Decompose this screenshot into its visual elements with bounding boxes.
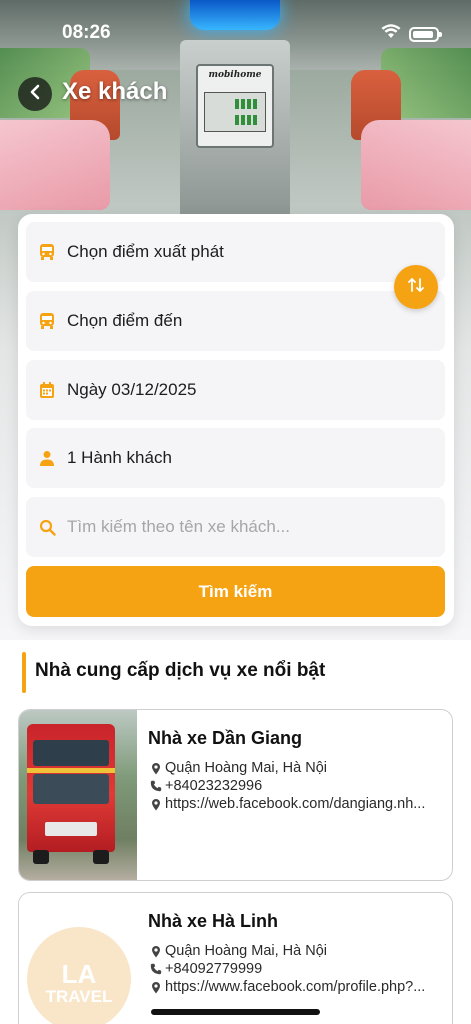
provider-thumbnail: LA TRAVEL [19, 893, 137, 1024]
origin-field[interactable]: Chọn điểm xuất phát [26, 222, 445, 282]
swap-button[interactable] [394, 265, 438, 309]
bus-search-placeholder: Tìm kiếm theo tên xe khách... [67, 517, 290, 536]
search-button[interactable]: Tìm kiếm [26, 566, 445, 617]
provider-logo-line1: LA [61, 959, 97, 989]
hero-control-panel: mobihome [196, 64, 274, 148]
provider-name: Nhà xe Hà Linh [148, 911, 279, 931]
hero-ceiling-light [190, 0, 280, 30]
destination-label: Chọn điểm đến [67, 311, 183, 330]
bus-icon [38, 312, 56, 330]
search-icon [38, 518, 56, 536]
destination-field[interactable]: Chọn điểm đến [26, 291, 445, 351]
provider-phone[interactable]: +84092779999 [150, 961, 446, 977]
passengers-field[interactable]: 1 Hành khách [26, 428, 445, 488]
section-title: Nhà cung cấp dịch vụ xe nổi bật [35, 660, 326, 681]
provider-website-link[interactable]: https://www.facebook.com/profile.php?... [150, 979, 446, 995]
date-value: Ngày 03/12/2025 [67, 380, 197, 399]
chevron-left-icon [28, 84, 42, 105]
person-icon [38, 449, 56, 467]
location-pin-icon [150, 980, 162, 994]
section-accent-bar [22, 652, 26, 693]
hero-panel-brand: mobihome [208, 70, 262, 80]
provider-address: Quận Hoàng Mai, Hà Nội [150, 760, 446, 776]
provider-card[interactable]: LA TRAVEL Nhà xe Hà Linh Quận Hoàng Mai,… [18, 892, 453, 1024]
calendar-icon [38, 381, 56, 399]
battery-icon [409, 26, 442, 42]
location-pin-icon [150, 944, 162, 958]
bus-search-input[interactable]: Tìm kiếm theo tên xe khách... [26, 497, 445, 557]
phone-icon [150, 779, 162, 793]
bus-icon [38, 243, 56, 261]
provider-address: Quận Hoàng Mai, Hà Nội [150, 943, 446, 959]
hero-bed-left [0, 120, 110, 210]
location-pin-icon [150, 797, 162, 811]
provider-website-link[interactable]: https://web.facebook.com/dangiang.nh... [150, 796, 446, 812]
provider-card[interactable]: Nhà xe Dần Giang Quận Hoàng Mai, Hà Nội … [18, 709, 453, 881]
phone-icon [150, 962, 162, 976]
provider-phone[interactable]: +84023232996 [150, 778, 446, 794]
provider-name: Nhà xe Dần Giang [148, 728, 303, 748]
search-form-card: Chọn điểm xuất phát Chọn điểm đến Ngày 0… [18, 214, 454, 626]
back-button[interactable] [18, 77, 52, 111]
hero-panel-screen [204, 92, 266, 132]
wifi-icon [381, 24, 401, 44]
home-indicator[interactable] [151, 1009, 320, 1015]
date-field[interactable]: Ngày 03/12/2025 [26, 360, 445, 420]
passengers-value: 1 Hành khách [67, 448, 172, 467]
provider-thumbnail [19, 710, 137, 880]
hero-bed-right [361, 120, 471, 210]
featured-providers-section: Nhà cung cấp dịch vụ xe nổi bật Nhà xe D… [0, 640, 471, 1024]
location-pin-icon [150, 761, 162, 775]
page-title: Xe khách [62, 78, 168, 105]
origin-label: Chọn điểm xuất phát [67, 242, 224, 261]
status-icons [381, 24, 442, 44]
provider-logo-line2: TRAVEL [45, 987, 113, 1006]
swap-vertical-icon [406, 275, 426, 300]
status-time: 08:26 [62, 22, 111, 43]
